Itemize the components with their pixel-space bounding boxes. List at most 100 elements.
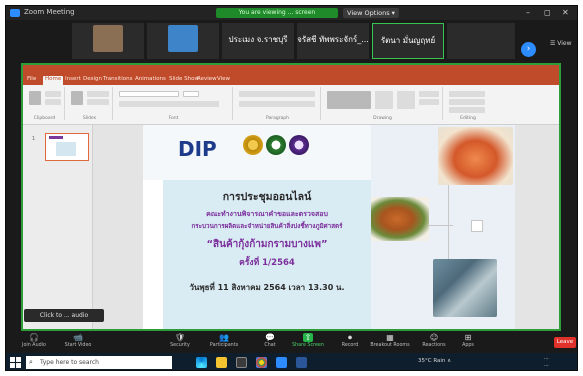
apps-icon: ⊞ [464, 333, 472, 342]
participant-tile-active-speaker[interactable]: รัตนา มั่นญฤทย์ [372, 23, 444, 59]
ppt-tab-animations[interactable]: Animations [135, 76, 166, 82]
dip-logo: DIP [178, 137, 217, 161]
participants-label: Participants [209, 343, 239, 348]
ribbon-group-clipboard: Clipboard [25, 87, 65, 121]
viewing-share-banner: You are viewing ... screen [216, 8, 338, 18]
shield-icon: 🛡 [175, 333, 186, 342]
audio-caption-toast[interactable]: Click to ... audio [24, 309, 104, 322]
ppt-tab-file[interactable]: File [27, 76, 36, 82]
new-slide-icon[interactable] [71, 91, 83, 105]
ppt-tab-home[interactable]: Home [43, 76, 64, 85]
ribbon-group-slides: Slides [67, 87, 113, 121]
ppt-tab-transitions[interactable]: Transitions [103, 76, 132, 82]
shapes-gallery[interactable] [327, 91, 371, 109]
font-format-buttons[interactable] [119, 101, 219, 107]
arrange-button[interactable] [375, 91, 393, 109]
font-size-select[interactable] [183, 91, 199, 97]
ribbon-group-label: Paragraph [265, 116, 290, 121]
cut-button[interactable] [45, 91, 61, 97]
participant-display-name: จรัสชี ทัพพระจักร์_... [297, 35, 369, 44]
ppt-tab-insert[interactable]: Insert [65, 76, 81, 82]
select-button[interactable] [449, 107, 485, 113]
close-button[interactable]: ✕ [562, 8, 569, 17]
windows-start-icon[interactable] [10, 357, 21, 368]
system-tray[interactable]: 35°C Rain ∧ [418, 358, 451, 364]
dip-logo-text: DIP [178, 137, 217, 161]
participant-tile[interactable]: จรัสชี ทัพพระจักร์_... [297, 23, 369, 59]
layout-button[interactable] [87, 91, 109, 97]
store-icon[interactable] [236, 357, 247, 368]
slide-thumbnail[interactable]: 1 [32, 133, 89, 161]
taskbar-clock[interactable]: ... ... [544, 355, 549, 369]
slide-round: ครั้งที่ 1/2564 [239, 258, 295, 268]
thumbnail-logo [49, 136, 63, 139]
search-placeholder: Type here to search [40, 359, 99, 366]
slide-subtitle-1: คณะทำงานพิจารณาคำขอและตรวจสอบ [206, 210, 328, 218]
ribbon-group-label: Font [168, 116, 179, 121]
ppt-title-bar [23, 65, 559, 75]
replace-button[interactable] [449, 99, 485, 105]
seal-emblem-3-icon [289, 135, 309, 155]
file-explorer-icon[interactable] [216, 357, 227, 368]
search-icon: ⌕ [29, 358, 33, 366]
align-buttons[interactable] [239, 101, 315, 107]
slide-thumbnail-pane: 1 [23, 125, 93, 329]
slide[interactable]: DIP การประชุมออนไลน์ คณะทำงานพิจารณาคำขอ… [143, 125, 515, 329]
record-icon: ⏺ [348, 333, 352, 342]
raw-prawns-image [433, 259, 497, 317]
edge-browser-icon[interactable] [196, 357, 207, 368]
zoom-app-icon [10, 9, 20, 17]
ribbon-group-label: Clipboard [33, 116, 56, 121]
word-taskbar-icon[interactable] [296, 357, 307, 368]
find-button[interactable] [449, 91, 485, 97]
clock-date: ... [544, 362, 549, 368]
participant-tile[interactable] [147, 23, 219, 59]
ppt-tab-view[interactable]: View [217, 76, 230, 82]
shape-outline-button[interactable] [419, 99, 439, 105]
minimize-button[interactable]: – [526, 8, 530, 17]
breakout-rooms-icon: ▦ [386, 333, 394, 342]
share-screen-icon: ⇧ [303, 333, 313, 342]
shrimp-dish-image [438, 127, 513, 185]
restore-button[interactable]: ◻ [544, 8, 551, 17]
list-buttons[interactable] [239, 91, 315, 97]
slide-title-box: การประชุมออนไลน์ คณะทำงานพิจารณาคำขอและต… [163, 180, 371, 329]
participant-tile[interactable]: ประเมง จ.ราชบุรี [222, 23, 294, 59]
paste-icon[interactable] [29, 91, 41, 105]
font-name-select[interactable] [119, 91, 179, 97]
start-video-label: Start Video [64, 343, 92, 348]
view-options-button[interactable]: View Options ▾ [343, 8, 399, 18]
slide-subtitle-2: กระบวนการผลิตและจำหน่ายสินค้าสิ่งบ่งชี้ท… [191, 223, 343, 230]
shared-screen: File Home Insert Design Transitions Anim… [21, 63, 561, 331]
participants-button[interactable]: 👥 Participants [198, 332, 250, 352]
taskbar-search-input[interactable]: ⌕ Type here to search [26, 356, 172, 369]
headphones-icon: 🎧 [29, 333, 39, 342]
participant-display-name: ประเมง จ.ราชบุรี [228, 35, 288, 44]
ppt-tab-review[interactable]: Review [197, 76, 217, 82]
ppt-tab-design[interactable]: Design [83, 76, 102, 82]
participant-tile[interactable] [447, 23, 515, 59]
chat-bubble-icon: 💬 [265, 333, 275, 342]
copy-button[interactable] [45, 99, 61, 105]
zoom-title-bar: Zoom Meeting You are viewing ... screen … [6, 6, 577, 20]
start-video-button[interactable]: 📹 Start Video [52, 332, 104, 352]
participant-gallery: ประเมง จ.ราชบุรี จรัสชี ทัพพระจักร์_... … [6, 20, 577, 63]
ppt-tab-slideshow[interactable]: Slide Show [169, 76, 199, 82]
shape-fill-button[interactable] [419, 91, 439, 97]
quick-styles-button[interactable] [397, 91, 415, 109]
slide-thumbnail-number: 1 [32, 136, 36, 142]
zoom-taskbar-icon[interactable] [276, 357, 287, 368]
reset-button[interactable] [87, 99, 109, 105]
chrome-icon[interactable] [256, 357, 267, 368]
windows-taskbar: ⌕ Type here to search 35°C Rain ∧ ... ..… [6, 353, 577, 370]
view-toggle[interactable]: ☰ View [550, 40, 572, 47]
connector-node [471, 220, 483, 232]
participant-video [93, 25, 123, 52]
leave-button[interactable]: Leave [554, 337, 576, 348]
ribbon-group-label: Drawing [373, 116, 392, 121]
next-page-icon[interactable]: › [521, 42, 536, 57]
apps-button[interactable]: ⊞ Apps [442, 332, 494, 352]
participant-tile[interactable] [72, 23, 144, 59]
slide-product-name: “สินค้ากุ้งก้ามกรามบางแพ” [206, 239, 328, 250]
zoom-meeting-toolbar: 🎧 Join Audio 📹 Start Video 🛡 Security 👥 … [6, 331, 577, 353]
